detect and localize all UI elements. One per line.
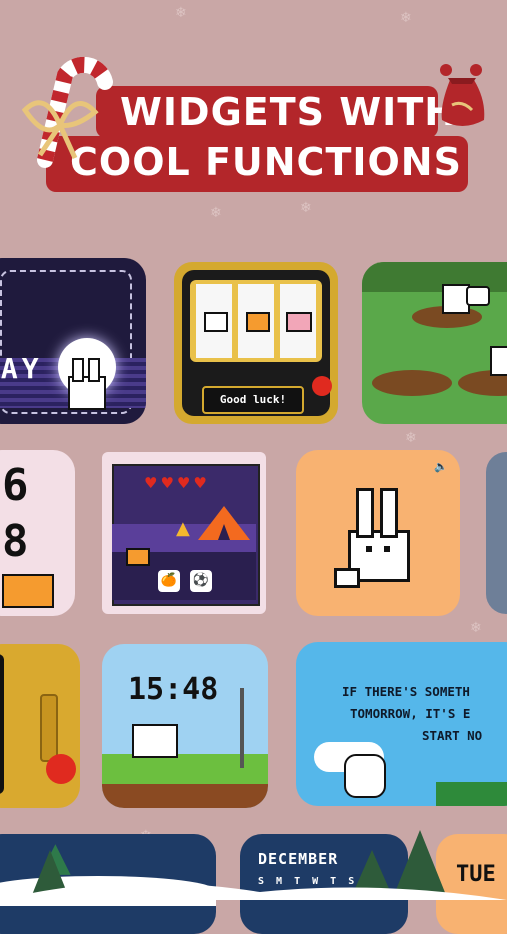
clock-time: 15:48 (128, 672, 219, 707)
bunny-icon (204, 312, 228, 332)
whack-game-widget[interactable] (362, 262, 507, 424)
partial-widget[interactable] (486, 452, 507, 614)
night-label: DAY (0, 352, 43, 385)
night-widget[interactable]: DAY (0, 258, 146, 424)
clock-digit: 8 (2, 516, 29, 567)
slot-machine-widget[interactable]: Good luck! (174, 262, 338, 424)
tent-icon (198, 506, 250, 540)
digit-clock-widget[interactable]: 6 8 (0, 450, 75, 616)
bunny-widget[interactable]: 🔈 (296, 450, 460, 616)
cow-icon (132, 724, 178, 758)
clock-digit: 6 (2, 460, 29, 511)
lamp-post-icon (240, 688, 244, 768)
snowflake-icon: ❄ (400, 10, 412, 26)
snowflake-icon: ❄ (470, 620, 482, 636)
campfire-icon: ▲ (176, 518, 190, 539)
ball-button[interactable]: ⚽ (190, 570, 212, 592)
cat-icon (126, 548, 150, 566)
pointer-hand-icon (466, 286, 490, 306)
camping-game-widget[interactable]: ♥♥♥♥ ▲ 🍊 ⚽ (102, 452, 266, 614)
cat-icon (2, 574, 54, 608)
good-luck-button[interactable]: Good luck! (202, 386, 304, 414)
snowy-trees-decoration (0, 830, 507, 900)
quote-line: IF THERE'S SOMETH (342, 684, 470, 699)
snowflake-icon: ❄ (210, 205, 222, 221)
cat-icon (246, 312, 270, 332)
pig-icon (286, 312, 312, 332)
gift-sack-icon (440, 64, 485, 126)
hearts-display: ♥♥♥♥ (144, 474, 210, 492)
snowflake-icon: ❄ (405, 430, 417, 446)
snowflake-icon: ❄ (175, 5, 187, 21)
quote-line: START NO (422, 728, 483, 743)
quote-line: TOMORROW, IT'S E (350, 706, 471, 721)
header-title-line1: WIDGETS WITH (120, 90, 458, 134)
header-title-line2: COOL FUNCTIONS (70, 140, 462, 184)
bunny-icon (490, 346, 507, 376)
slot-lever-widget[interactable] (0, 644, 80, 808)
candy-cane-icon (21, 56, 113, 168)
snowflake-icon: ❄ (300, 200, 312, 216)
speaker-icon: 🔈 (434, 460, 448, 473)
panda-icon (344, 754, 386, 798)
fruit-button[interactable]: 🍊 (158, 570, 180, 592)
slot-lever-knob[interactable] (312, 376, 332, 396)
pixel-clock-widget[interactable]: 15:48 (102, 644, 268, 808)
lever-knob-icon[interactable] (46, 754, 76, 784)
quote-widget[interactable]: IF THERE'S SOMETH TOMORROW, IT'S E START… (296, 642, 507, 806)
